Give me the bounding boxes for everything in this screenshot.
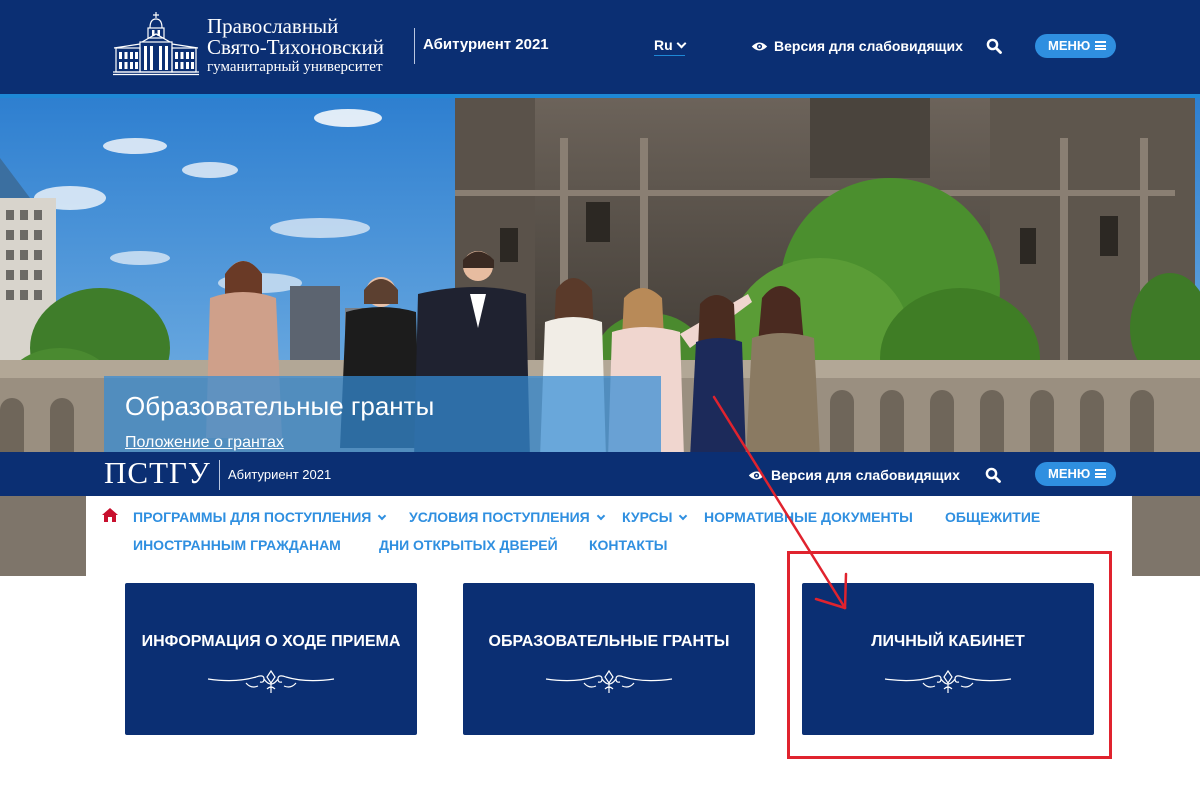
nav-item-admission-conditions[interactable]: УСЛОВИЯ ПОСТУПЛЕНИЯ [409, 509, 605, 525]
pstgu-logo[interactable]: ПСТГУ [104, 455, 211, 491]
logo-line-1: Православный [207, 14, 339, 38]
ornament-icon [207, 669, 335, 693]
menu-button[interactable]: МЕНЮ [1035, 34, 1116, 58]
hamburger-icon [1095, 469, 1107, 478]
logo-line-3: гуманитарный университет [207, 59, 383, 75]
nav-item-label: ПРОГРАММЫ ДЛЯ ПОСТУПЛЕНИЯ [133, 509, 372, 525]
sticky-accessibility-label: Версия для слабовидящих [771, 467, 960, 483]
chevron-down-icon [676, 38, 687, 49]
nav-item-courses[interactable]: КУРСЫ [622, 509, 688, 525]
hero-title: Образовательные гранты [125, 391, 435, 421]
sticky-accessibility-link[interactable]: Версия для слабовидящих [748, 467, 960, 483]
annotation-highlight-box [787, 551, 1112, 759]
language-label: Ru [654, 37, 673, 53]
chevron-down-icon [378, 511, 387, 521]
nav-item-regulations[interactable]: НОРМАТИВНЫЕ ДОКУМЕНТЫ [704, 509, 913, 525]
eye-icon [748, 471, 765, 480]
sticky-menu-button[interactable]: МЕНЮ [1035, 462, 1116, 486]
nav-item-contacts[interactable]: КОНТАКТЫ [589, 537, 667, 553]
chevron-down-icon [596, 511, 605, 521]
logo-text: Православный Свято-Тихоновский гуманитар… [207, 16, 384, 76]
section-label[interactable]: Абитуриент 2021 [423, 36, 549, 53]
nav-item-open-days[interactable]: ДНИ ОТКРЫТЫХ ДВЕРЕЙ [379, 537, 558, 553]
search-icon[interactable] [986, 38, 1002, 54]
language-selector[interactable]: Ru [654, 37, 687, 56]
sticky-section-label[interactable]: Абитуриент 2021 [228, 467, 331, 482]
university-logo[interactable]: Православный Свято-Тихоновский гуманитар… [112, 10, 402, 76]
chevron-down-icon [679, 511, 688, 521]
search-icon[interactable] [985, 467, 1001, 483]
accessibility-label: Версия для слабовидящих [774, 38, 963, 54]
card-title: ОБРАЗОВАТЕЛЬНЫЕ ГРАНТЫ [488, 633, 730, 650]
nav-item-dormitory[interactable]: ОБЩЕЖИТИЕ [945, 509, 1040, 525]
sticky-divider [219, 460, 220, 490]
hamburger-icon [1095, 41, 1107, 50]
grants-regulation-link[interactable]: Положение о грантах [125, 434, 284, 452]
logo-line-2: Свято-Тихоновский [207, 35, 384, 59]
ornament-icon [545, 669, 673, 693]
admission-progress-card[interactable]: ИНФОРМАЦИЯ О ХОДЕ ПРИЕМА [125, 583, 417, 735]
educational-grants-card[interactable]: ОБРАЗОВАТЕЛЬНЫЕ ГРАНТЫ [463, 583, 755, 735]
sticky-menu-label: МЕНЮ [1048, 466, 1091, 481]
nav-item-foreign-citizens[interactable]: ИНОСТРАННЫМ ГРАЖДАНАМ [133, 537, 341, 553]
home-icon[interactable] [101, 507, 119, 523]
card-title: ИНФОРМАЦИЯ О ХОДЕ ПРИЕМА [141, 633, 401, 650]
nav-item-label: УСЛОВИЯ ПОСТУПЛЕНИЯ [409, 509, 590, 525]
accessibility-version-link[interactable]: Версия для слабовидящих [751, 38, 963, 54]
menu-label: МЕНЮ [1048, 38, 1091, 53]
university-building-icon [113, 12, 199, 76]
header-divider [414, 28, 415, 64]
page: Православный Свято-Тихоновский гуманитар… [0, 0, 1200, 806]
nav-item-label: КУРСЫ [622, 509, 673, 525]
eye-icon [751, 42, 768, 51]
nav-item-programs[interactable]: ПРОГРАММЫ ДЛЯ ПОСТУПЛЕНИЯ [133, 509, 387, 525]
